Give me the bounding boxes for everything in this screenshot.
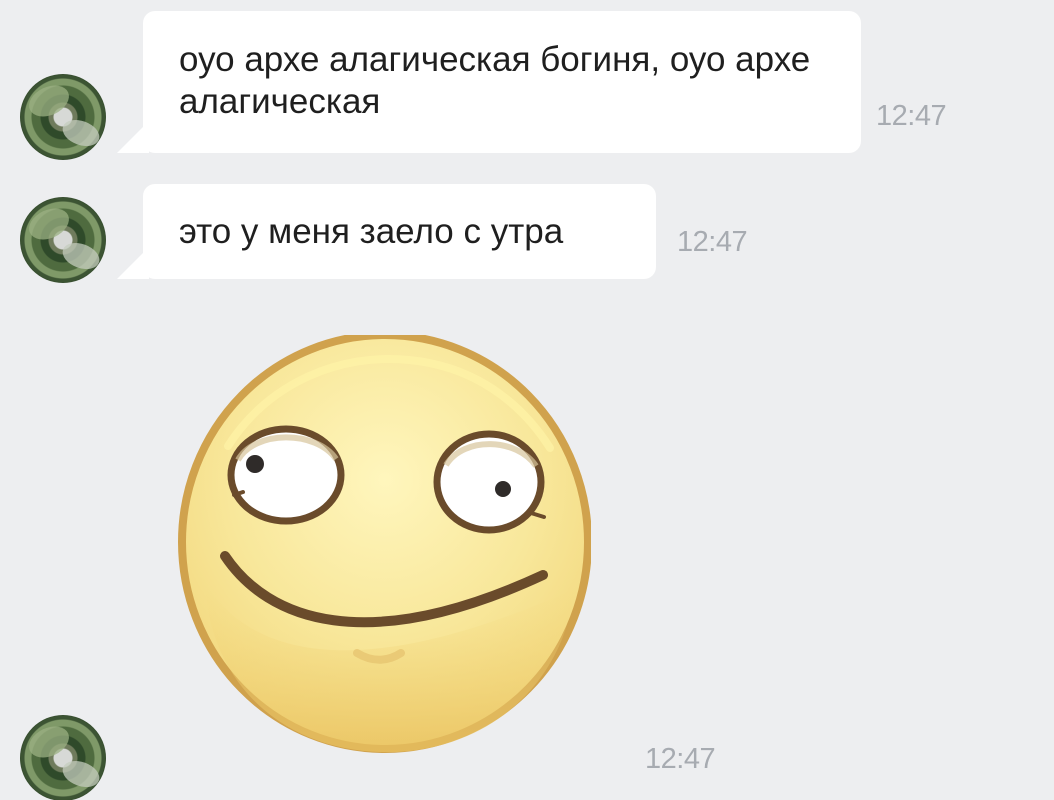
message-time: 12:47 [645,743,716,775]
message-bubble[interactable]: оуо архе алагическая богиня, оуо архе ал… [143,11,861,153]
user-avatar[interactable] [20,197,106,283]
message-text: оуо архе алагическая богиня, оуо архе ал… [179,40,811,121]
message-text: это у меня заело с утра [179,212,564,251]
left-eye-icon [227,425,345,525]
message-bubble[interactable]: это у меня заело с утра [143,184,656,279]
message-time: 12:47 [876,100,947,132]
message-time: 12:47 [677,226,748,258]
chat-history: оуо архе алагическая богиня, оуо архе ал… [0,0,1054,800]
user-avatar[interactable] [20,74,106,160]
smiling-face-sticker[interactable] [177,335,591,757]
user-avatar[interactable] [20,715,106,800]
right-eye-icon [433,430,545,534]
smiling-face-sticker-icon [178,335,591,753]
